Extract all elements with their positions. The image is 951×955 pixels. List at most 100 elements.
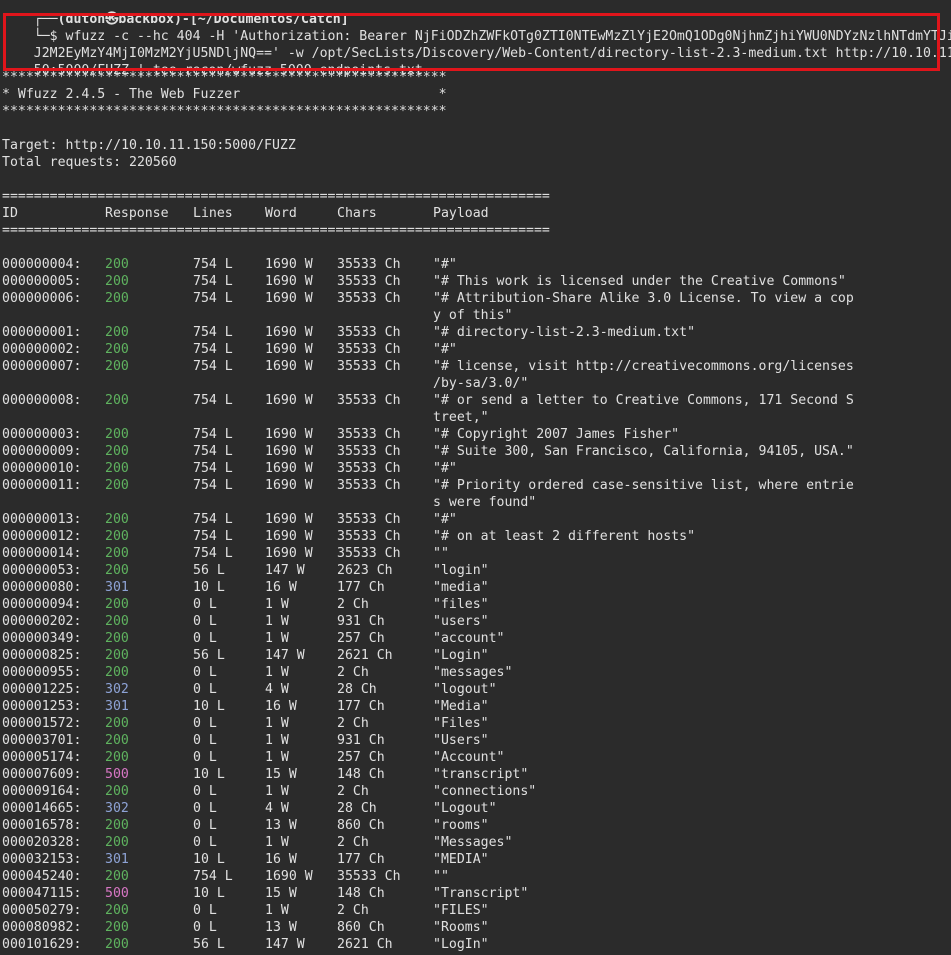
- row-status-code: 200: [105, 393, 129, 408]
- row-status-code: 200: [105, 444, 129, 459]
- row-status-code: 302: [105, 682, 129, 697]
- command-line-3[interactable]: 50:5000/FUZZ | tee recon/wfuzz-5000-endp…: [2, 45, 423, 78]
- row-chars: 2 Ch: [337, 784, 369, 799]
- row-words: 1 W: [265, 631, 289, 646]
- table-row: 000000013: 200 754 L 1690 W 35533 Ch "#": [2, 511, 942, 528]
- row-chars: 860 Ch: [337, 818, 385, 833]
- row-words: 1690 W: [265, 546, 313, 561]
- row-payload: "Users": [433, 733, 489, 748]
- row-id: 000007609:: [2, 767, 82, 782]
- row-status-code: 200: [105, 614, 129, 629]
- row-lines: 0 L: [193, 750, 217, 765]
- row-id: 000003701:: [2, 733, 82, 748]
- row-words: 1 W: [265, 665, 289, 680]
- table-row: 000000053: 200 56 L 147 W 2623 Ch "login": [2, 562, 942, 579]
- row-lines: 0 L: [193, 733, 217, 748]
- row-payload: "# directory-list-2.3-medium.txt": [433, 325, 696, 340]
- row-payload: "rooms": [433, 818, 489, 833]
- row-payload-continued: treet,": [433, 410, 489, 425]
- table-row: 000005174: 200 0 L 1 W 257 Ch "Account": [2, 749, 942, 766]
- row-lines: 56 L: [193, 648, 225, 663]
- table-row: 000001253: 301 10 L 16 W 177 Ch "Media": [2, 698, 942, 715]
- header-chars: Chars: [337, 206, 377, 221]
- row-payload: "#": [433, 342, 457, 357]
- row-chars: 177 Ch: [337, 699, 385, 714]
- row-lines: 754 L: [193, 512, 233, 527]
- row-status-code: 200: [105, 733, 129, 748]
- row-payload: "# Copyright 2007 James Fisher": [433, 427, 680, 442]
- row-lines: 10 L: [193, 767, 225, 782]
- table-row: 000016578: 200 0 L 13 W 860 Ch "rooms": [2, 817, 942, 834]
- row-chars: 2 Ch: [337, 597, 369, 612]
- row-id: 000001253:: [2, 699, 82, 714]
- row-words: 16 W: [265, 580, 297, 595]
- row-words: 1 W: [265, 716, 289, 731]
- row-status-code: 200: [105, 784, 129, 799]
- row-status-code: 200: [105, 835, 129, 850]
- row-status-code: 200: [105, 903, 129, 918]
- table-row: 000000094: 200 0 L 1 W 2 Ch "files": [2, 596, 942, 613]
- header-response: Response: [105, 206, 169, 221]
- row-id: 000005174:: [2, 750, 82, 765]
- row-lines: 754 L: [193, 257, 233, 272]
- row-words: 1690 W: [265, 427, 313, 442]
- row-status-code: 200: [105, 546, 129, 561]
- table-row: 000020328: 200 0 L 1 W 2 Ch "Messages": [2, 834, 942, 851]
- row-payload: "connections": [433, 784, 537, 799]
- terminal-window[interactable]: ┌──(duton㉿backbox)-[~/Documentos/Catch] …: [0, 0, 951, 955]
- table-row: 000000014: 200 754 L 1690 W 35533 Ch "": [2, 545, 942, 562]
- row-chars: 35533 Ch: [337, 257, 401, 272]
- table-row: 000000006: 200 754 L 1690 W 35533 Ch "# Attri…: [2, 290, 942, 307]
- row-lines: 0 L: [193, 597, 217, 612]
- row-payload: "# Priority ordered case-sensitive list,…: [433, 478, 854, 493]
- row-lines: 754 L: [193, 291, 233, 306]
- command-line-2[interactable]: J2M2EyMzY4MjI0MzM2YjU5NDljNQ==' -w /opt/…: [2, 28, 951, 61]
- row-lines: 0 L: [193, 682, 217, 697]
- row-id: 000000003:: [2, 427, 82, 442]
- row-id: 000000012:: [2, 529, 82, 544]
- row-lines: 0 L: [193, 631, 217, 646]
- row-words: 16 W: [265, 699, 297, 714]
- row-words: 147 W: [265, 648, 305, 663]
- row-chars: 35533 Ch: [337, 444, 401, 459]
- row-status-code: 301: [105, 580, 129, 595]
- table-row: 000001225: 302 0 L 4 W 28 Ch "logout": [2, 681, 942, 698]
- row-lines: 10 L: [193, 886, 225, 901]
- row-lines: 754 L: [193, 478, 233, 493]
- row-lines: 754 L: [193, 342, 233, 357]
- row-words: 15 W: [265, 886, 297, 901]
- table-row: 000000002: 200 754 L 1690 W 35533 Ch "#": [2, 341, 942, 358]
- row-status-code: 200: [105, 597, 129, 612]
- row-chars: 35533 Ch: [337, 291, 401, 306]
- row-id: 000000008:: [2, 393, 82, 408]
- row-id: 000000013:: [2, 512, 82, 527]
- row-payload: "Files": [433, 716, 489, 731]
- row-payload: "Messages": [433, 835, 513, 850]
- row-status-code: 301: [105, 699, 129, 714]
- row-status-code: 200: [105, 512, 129, 527]
- row-payload: "# on at least 2 different hosts": [433, 529, 696, 544]
- row-chars: 35533 Ch: [337, 427, 401, 442]
- row-chars: 35533 Ch: [337, 478, 401, 493]
- row-id: 000020328:: [2, 835, 82, 850]
- prompt-line: ┌──(duton㉿backbox)-[~/Documentos/Catch]: [2, 0, 349, 27]
- row-status-code: 200: [105, 342, 129, 357]
- table-row: 000000004: 200 754 L 1690 W 35533 Ch "#": [2, 256, 942, 273]
- row-lines: 754 L: [193, 427, 233, 442]
- table-row: 000000008: 200 754 L 1690 W 35533 Ch "# or se…: [2, 392, 942, 409]
- table-row: 000047115: 500 10 L 15 W 148 Ch "Transcript": [2, 885, 942, 902]
- command-line-1[interactable]: └─$ wfuzz -c --hc 404 -H 'Authorization:…: [2, 11, 951, 44]
- row-id: 000000002:: [2, 342, 82, 357]
- row-status-code: 200: [105, 359, 129, 374]
- row-status-code: 302: [105, 801, 129, 816]
- row-chars: 257 Ch: [337, 631, 385, 646]
- row-lines: 56 L: [193, 937, 225, 952]
- row-lines: 754 L: [193, 274, 233, 289]
- row-words: 1690 W: [265, 529, 313, 544]
- total-requests-line: Total requests: 220560: [2, 155, 177, 170]
- row-lines: 0 L: [193, 716, 217, 731]
- row-chars: 931 Ch: [337, 733, 385, 748]
- row-id: 000045240:: [2, 869, 82, 884]
- row-status-code: 200: [105, 563, 129, 578]
- row-status-code: 200: [105, 631, 129, 646]
